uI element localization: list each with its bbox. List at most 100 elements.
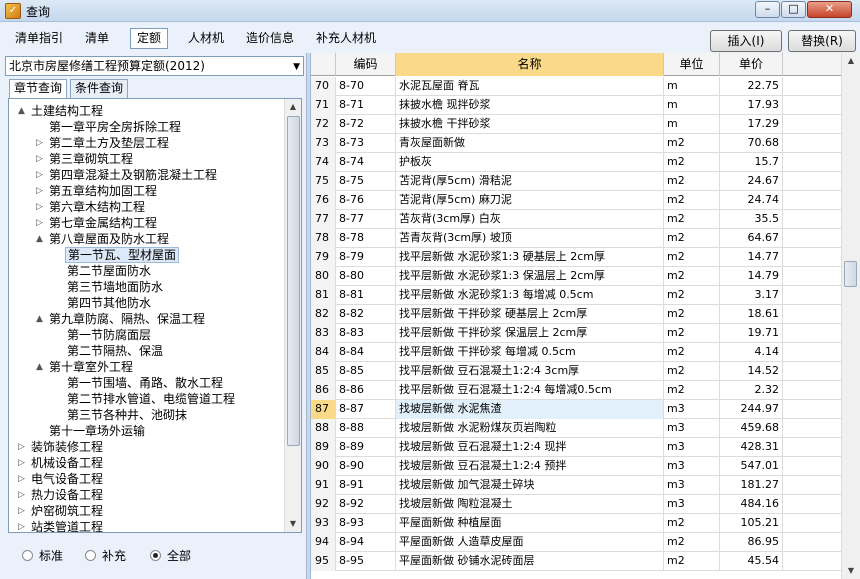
- tree-node[interactable]: 第三节墙地面防水: [53, 279, 165, 295]
- table-row[interactable]: 77 8-77 苫灰背(3cm厚) 白灰 m2 35.5: [311, 210, 842, 229]
- table-row[interactable]: 92 8-92 找坡层新做 陶粒混凝土 m3 484.16: [311, 495, 842, 514]
- table-row[interactable]: 75 8-75 苫泥背(厚5cm) 滑秸泥 m2 24.67: [311, 172, 842, 191]
- radio-supplement[interactable]: 补充: [85, 548, 126, 564]
- tab-supplement-material[interactable]: 补充人材机: [309, 28, 383, 49]
- expand-icon[interactable]: ▷: [17, 503, 26, 519]
- scroll-up-icon[interactable]: ▲: [285, 99, 301, 115]
- tree-node[interactable]: ▷ 电气设备工程: [17, 471, 105, 487]
- table-row[interactable]: 87 8-87 找坡层新做 水泥焦渣 m3 244.97: [311, 400, 842, 419]
- expand-icon[interactable]: ▷: [35, 151, 44, 167]
- column-header-index[interactable]: [311, 53, 336, 76]
- expand-icon[interactable]: ▷: [35, 215, 44, 231]
- tab-cost-info[interactable]: 造价信息: [239, 28, 301, 49]
- tree-node[interactable]: ▷ 炉窑砌筑工程: [17, 503, 105, 519]
- minimize-button[interactable]: –: [755, 1, 780, 18]
- table-row[interactable]: 70 8-70 水泥瓦屋面 脊瓦 m 22.75: [311, 77, 842, 96]
- library-select[interactable]: 北京市房屋修缮工程预算定额(2012) ▼: [5, 56, 304, 76]
- tab-bill[interactable]: 清单: [78, 28, 116, 49]
- table-row[interactable]: 82 8-82 找平层新做 干拌砂浆 硬基层上 2cm厚 m2 18.61: [311, 305, 842, 324]
- tree-node[interactable]: ▷ 第二章土方及垫层工程: [35, 135, 171, 151]
- tree-node[interactable]: 第一节瓦、型材屋面: [53, 247, 180, 263]
- column-header-code[interactable]: 编码: [336, 53, 396, 76]
- expand-icon[interactable]: ▷: [17, 455, 26, 471]
- table-row[interactable]: 73 8-73 青灰屋面新做 m2 70.68: [311, 134, 842, 153]
- tree-node[interactable]: ▷ 站类管道工程: [17, 519, 105, 532]
- tree-node[interactable]: 第四节其他防水: [53, 295, 153, 311]
- table-row[interactable]: 74 8-74 护板灰 m2 15.7: [311, 153, 842, 172]
- tree-node[interactable]: 第一节防腐面层: [53, 327, 153, 343]
- tree-node[interactable]: ▷ 第五章结构加固工程: [35, 183, 159, 199]
- table-row[interactable]: 71 8-71 抹披水檐 现拌砂浆 m 17.93: [311, 96, 842, 115]
- expand-icon[interactable]: ▷: [17, 439, 26, 455]
- table-row[interactable]: 89 8-89 找坡层新做 豆石混凝土1:2:4 现拌 m3 428.31: [311, 438, 842, 457]
- tree-node[interactable]: ▲ 第九章防腐、隔热、保温工程: [35, 311, 207, 327]
- tree-node[interactable]: ▷ 机械设备工程: [17, 455, 105, 471]
- column-header-price[interactable]: 单价: [720, 53, 783, 76]
- table-row[interactable]: 88 8-88 找坡层新做 水泥粉煤灰页岩陶粒 m3 459.68: [311, 419, 842, 438]
- tree-node[interactable]: 第十一章场外运输: [35, 423, 147, 439]
- tree-node[interactable]: ▷ 装饰装修工程: [17, 439, 105, 455]
- table-row[interactable]: 94 8-94 平屋面新做 人造草皮屋面 m2 86.95: [311, 533, 842, 552]
- expand-icon[interactable]: ▷: [17, 519, 26, 532]
- expand-icon[interactable]: ▷: [17, 471, 26, 487]
- table-row[interactable]: 95 8-95 平屋面新做 砂铺水泥砖面层 m2 45.54: [311, 552, 842, 571]
- tree-node[interactable]: 第一章平房全房拆除工程: [35, 119, 183, 135]
- tree-node[interactable]: ▷ 第七章金属结构工程: [35, 215, 159, 231]
- column-header-unit[interactable]: 单位: [664, 53, 720, 76]
- tab-labor-material[interactable]: 人材机: [181, 28, 231, 49]
- table-row[interactable]: 93 8-93 平屋面新做 种植屋面 m2 105.21: [311, 514, 842, 533]
- tree-node[interactable]: 第一节围墙、甬路、散水工程: [53, 375, 225, 391]
- table-row[interactable]: 86 8-86 找平层新做 豆石混凝土1:2:4 每增减0.5cm m2 2.32: [311, 381, 842, 400]
- expand-icon[interactable]: ▷: [35, 183, 44, 199]
- table-scrollbar[interactable]: ▲ ▼: [841, 53, 860, 579]
- table-row[interactable]: 80 8-80 找平层新做 水泥砂浆1:3 保温层上 2cm厚 m2 14.79: [311, 267, 842, 286]
- replace-button[interactable]: 替换(R): [788, 30, 856, 52]
- expand-icon[interactable]: ▷: [35, 135, 44, 151]
- table-row[interactable]: 78 8-78 苫青灰背(3cm厚) 坡顶 m2 64.67: [311, 229, 842, 248]
- table-row[interactable]: 91 8-91 找坡层新做 加气混凝土碎块 m3 181.27: [311, 476, 842, 495]
- tree-node[interactable]: ▷ 第三章砌筑工程: [35, 151, 135, 167]
- tree-scrollbar[interactable]: ▲ ▼: [284, 99, 301, 532]
- tree-node[interactable]: 第三节各种井、池砌抹: [53, 407, 189, 423]
- tree-node[interactable]: ▲ 第八章屋面及防水工程: [35, 231, 171, 247]
- scroll-up-icon[interactable]: ▲: [842, 53, 860, 69]
- tree-node[interactable]: ▲ 第十章室外工程: [35, 359, 135, 375]
- tree-node[interactable]: 第二节隔热、保温: [53, 343, 165, 359]
- table-row[interactable]: 81 8-81 找平层新做 水泥砂浆1:3 每增减 0.5cm m2 3.17: [311, 286, 842, 305]
- table-row[interactable]: 85 8-85 找平层新做 豆石混凝土1:2:4 3cm厚 m2 14.52: [311, 362, 842, 381]
- tree-node[interactable]: ▲ 土建结构工程: [17, 103, 105, 119]
- insert-button[interactable]: 插入(I): [710, 30, 782, 52]
- expand-icon[interactable]: ▷: [17, 487, 26, 503]
- dropdown-arrow-icon[interactable]: ▼: [293, 58, 300, 75]
- tab-bill-guide[interactable]: 清单指引: [8, 28, 70, 49]
- scroll-thumb[interactable]: [287, 116, 300, 446]
- tab-quota[interactable]: 定额: [130, 28, 169, 49]
- collapse-icon[interactable]: ▲: [35, 359, 44, 375]
- table-row[interactable]: 84 8-84 找平层新做 干拌砂浆 每增减 0.5cm m2 4.14: [311, 343, 842, 362]
- close-button[interactable]: ✕: [807, 1, 852, 18]
- scroll-down-icon[interactable]: ▼: [842, 563, 860, 579]
- tab-chapter-search[interactable]: 章节查询: [9, 79, 68, 99]
- collapse-icon[interactable]: ▲: [17, 103, 26, 119]
- tree-node[interactable]: ▷ 热力设备工程: [17, 487, 105, 503]
- tree-node[interactable]: 第二节排水管道、电缆管道工程: [53, 391, 237, 407]
- collapse-icon[interactable]: ▲: [35, 311, 44, 327]
- expand-icon[interactable]: ▷: [35, 199, 44, 215]
- tree-node[interactable]: 第二节屋面防水: [53, 263, 153, 279]
- expand-icon[interactable]: ▷: [35, 167, 44, 183]
- collapse-icon[interactable]: ▲: [35, 231, 44, 247]
- maximize-button[interactable]: □: [781, 1, 806, 18]
- tab-condition-search[interactable]: 条件查询: [70, 79, 129, 98]
- column-header-name[interactable]: 名称: [396, 53, 664, 76]
- tree-node[interactable]: ▷ 第四章混凝土及钢筋混凝土工程: [35, 167, 219, 183]
- table-row[interactable]: 83 8-83 找平层新做 干拌砂浆 保温层上 2cm厚 m2 19.71: [311, 324, 842, 343]
- table-row[interactable]: 79 8-79 找平层新做 水泥砂浆1:3 硬基层上 2cm厚 m2 14.77: [311, 248, 842, 267]
- scroll-thumb[interactable]: [844, 261, 857, 287]
- scroll-down-icon[interactable]: ▼: [285, 516, 301, 532]
- table-row[interactable]: 72 8-72 抹披水檐 干拌砂浆 m 17.29: [311, 115, 842, 134]
- radio-all[interactable]: 全部: [150, 548, 191, 564]
- tree-node[interactable]: ▷ 第六章木结构工程: [35, 199, 147, 215]
- radio-standard[interactable]: 标准: [22, 548, 63, 564]
- table-row[interactable]: 76 8-76 苫泥背(厚5cm) 麻刀泥 m2 24.74: [311, 191, 842, 210]
- table-row[interactable]: 90 8-90 找坡层新做 豆石混凝土1:2:4 预拌 m3 547.01: [311, 457, 842, 476]
